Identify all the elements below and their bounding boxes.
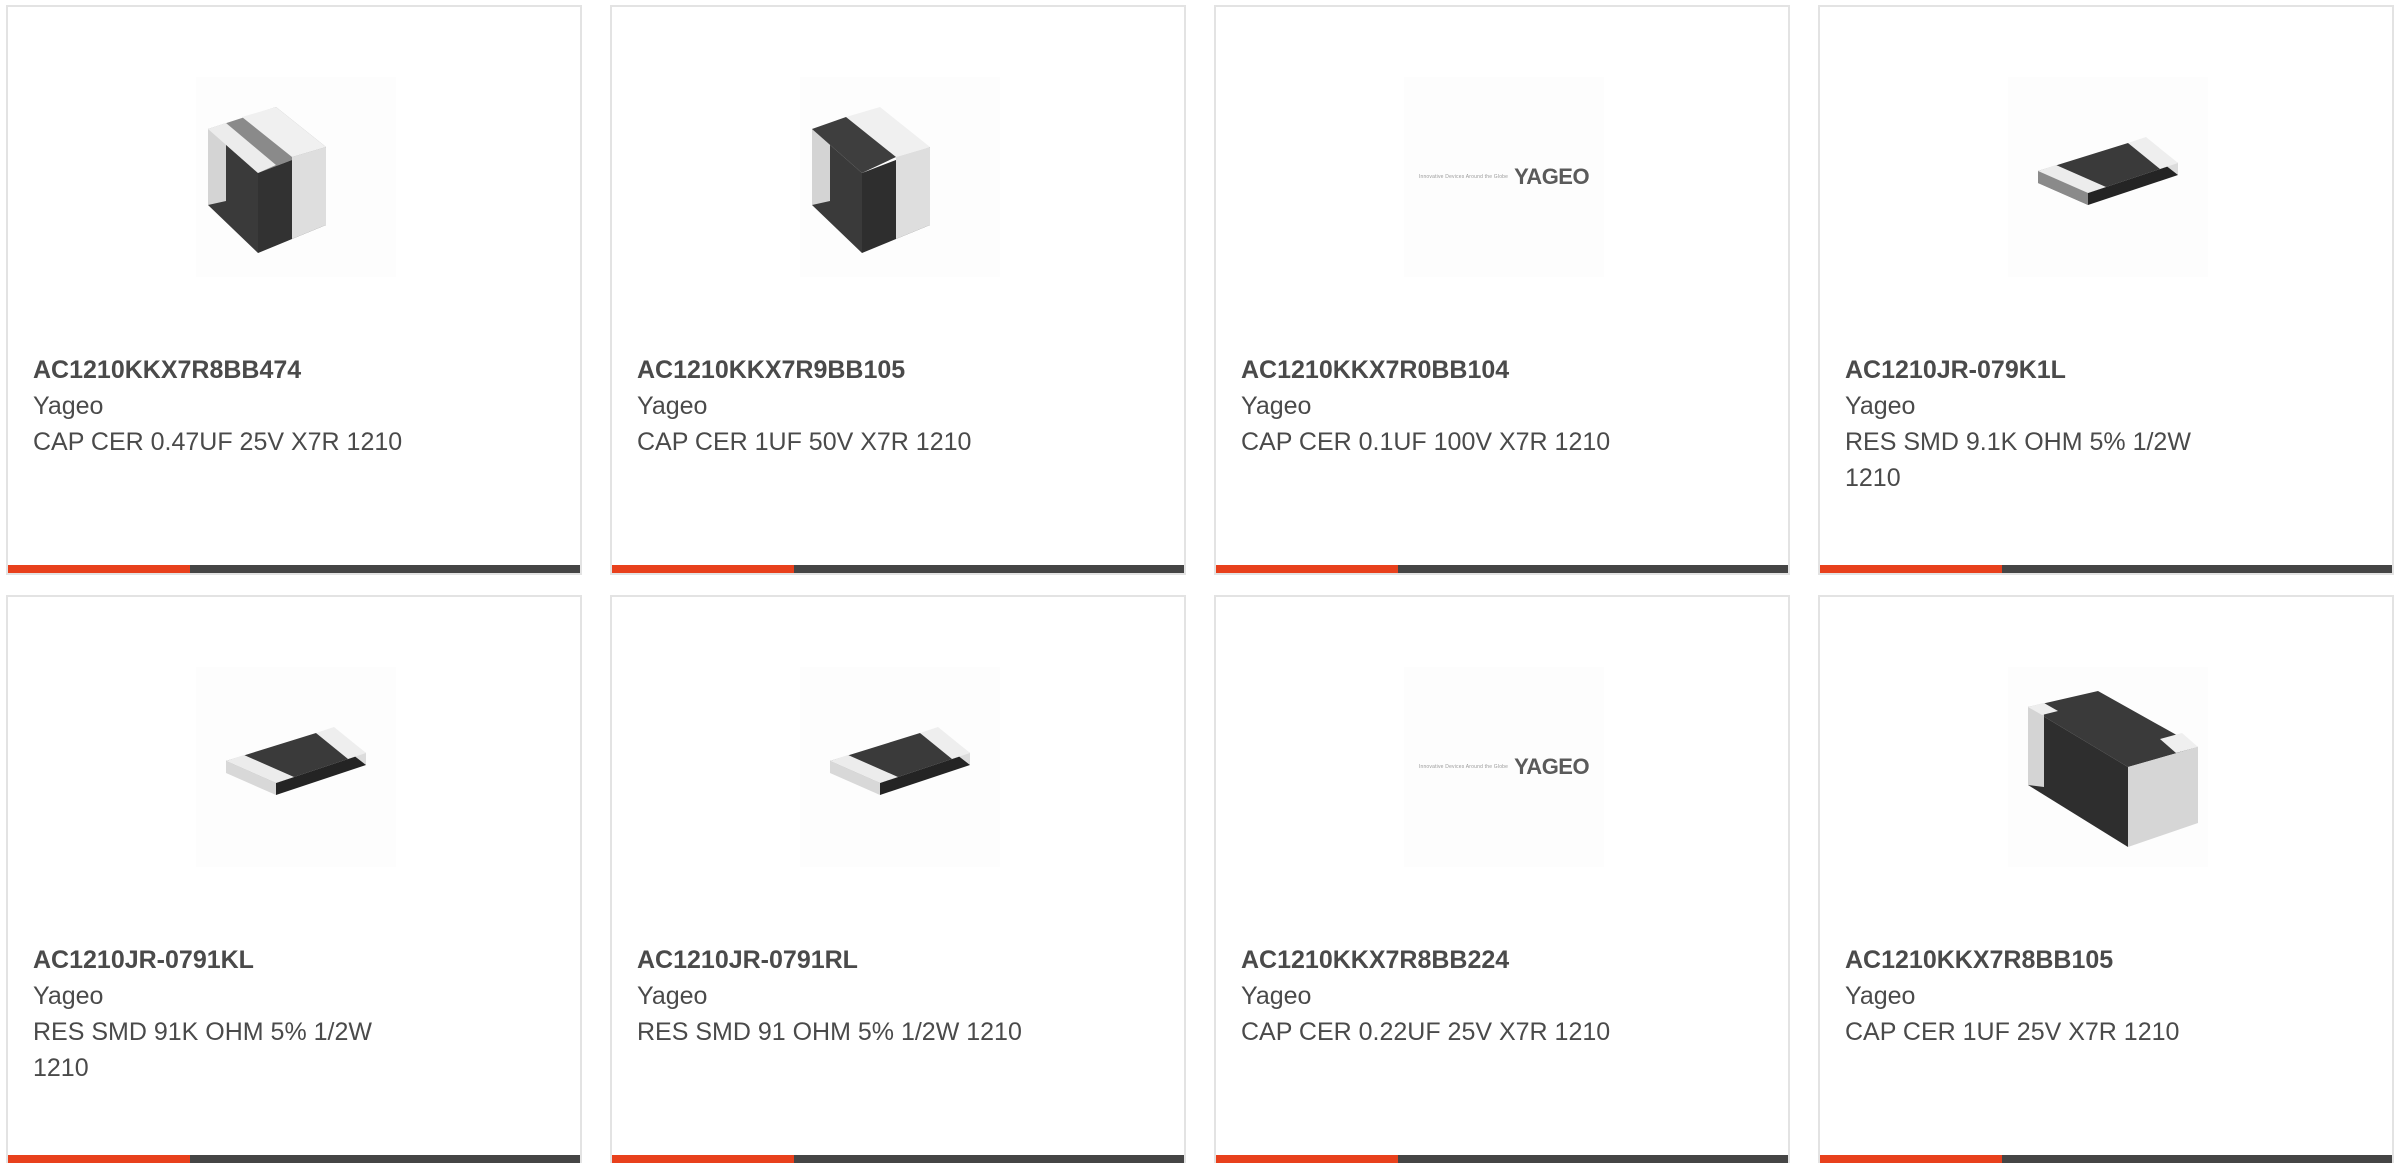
product-info: AC1210KKX7R8BB105 Yageo CAP CER 1UF 25V …: [1845, 942, 2305, 1050]
product-description: CAP CER 0.47UF 25V X7R 1210: [33, 428, 403, 456]
product-card[interactable]: AC1210KKX7R8BB105 Yageo CAP CER 1UF 25V …: [1818, 595, 2394, 1163]
manufacturer: Yageo: [33, 982, 104, 1010]
logo-wordmark: YAGEO: [1514, 754, 1590, 779]
card-accent-bar: [8, 565, 190, 573]
yageo-logo-mark: Innovative Devices Around the Globe YAGE…: [1418, 754, 1590, 780]
product-card[interactable]: AC1210KKX7R9BB105 Yageo CAP CER 1UF 50V …: [610, 5, 1186, 575]
card-bottom-bar: [612, 565, 1184, 573]
product-card[interactable]: AC1210KKX7R8BB474 Yageo CAP CER 0.47UF 2…: [6, 5, 582, 575]
card-accent-bar: [612, 565, 794, 573]
part-number[interactable]: AC1210KKX7R9BB105: [637, 352, 1097, 388]
resistor-chip-image: [800, 667, 1000, 867]
product-info: AC1210JR-079K1L Yageo RES SMD 9.1K OHM 5…: [1845, 352, 2305, 496]
product-description: RES SMD 91 OHM 5% 1/2W 1210: [637, 1018, 1022, 1046]
product-grid: AC1210KKX7R8BB474 Yageo CAP CER 0.47UF 2…: [0, 0, 2400, 1163]
product-info: AC1210KKX7R8BB224 Yageo CAP CER 0.22UF 2…: [1241, 942, 1701, 1050]
part-number[interactable]: AC1210KKX7R8BB474: [33, 352, 493, 388]
card-bottom-bar: [8, 1155, 580, 1163]
product-card[interactable]: Innovative Devices Around the Globe YAGE…: [1214, 5, 1790, 575]
resistor-chip-image: [2008, 77, 2208, 277]
product-description: CAP CER 1UF 50V X7R 1210: [637, 428, 972, 456]
manufacturer: Yageo: [637, 392, 708, 420]
product-description: RES SMD 91K OHM 5% 1/2W 1210: [33, 1018, 372, 1082]
manufacturer: Yageo: [1845, 392, 1916, 420]
manufacturer: Yageo: [1845, 982, 1916, 1010]
product-info: AC1210JR-0791RL Yageo RES SMD 91 OHM 5% …: [637, 942, 1097, 1050]
yageo-logo-mark: Innovative Devices Around the Globe YAGE…: [1418, 164, 1590, 190]
yageo-logo: Innovative Devices Around the Globe YAGE…: [1404, 667, 1604, 867]
manufacturer: Yageo: [637, 982, 708, 1010]
card-bottom-bar: [1820, 1155, 2392, 1163]
product-description: CAP CER 0.1UF 100V X7R 1210: [1241, 428, 1611, 456]
product-description: CAP CER 1UF 25V X7R 1210: [1845, 1018, 2180, 1046]
card-accent-bar: [612, 1155, 794, 1163]
manufacturer: Yageo: [1241, 982, 1312, 1010]
manufacturer: Yageo: [1241, 392, 1312, 420]
part-number[interactable]: AC1210KKX7R8BB224: [1241, 942, 1701, 978]
logo-tagline: Innovative Devices Around the Globe: [1418, 764, 1509, 770]
part-number[interactable]: AC1210JR-0791RL: [637, 942, 1097, 978]
card-bottom-bar: [612, 1155, 1184, 1163]
card-accent-bar: [1820, 1155, 2002, 1163]
product-description: RES SMD 9.1K OHM 5% 1/2W 1210: [1845, 428, 2191, 492]
resistor-chip-image: [196, 667, 396, 867]
card-accent-bar: [1216, 565, 1398, 573]
product-card[interactable]: AC1210JR-0791KL Yageo RES SMD 91K OHM 5%…: [6, 595, 582, 1163]
part-number[interactable]: AC1210JR-079K1L: [1845, 352, 2305, 388]
product-card[interactable]: AC1210JR-079K1L Yageo RES SMD 9.1K OHM 5…: [1818, 5, 2394, 575]
product-info: AC1210KKX7R8BB474 Yageo CAP CER 0.47UF 2…: [33, 352, 493, 460]
part-number[interactable]: AC1210JR-0791KL: [33, 942, 493, 978]
card-bottom-bar: [1216, 1155, 1788, 1163]
card-accent-bar: [1216, 1155, 1398, 1163]
capacitor-chip-image: [196, 77, 396, 277]
card-accent-bar: [8, 1155, 190, 1163]
card-bottom-bar: [8, 565, 580, 573]
capacitor-chip-image: [800, 77, 1000, 277]
card-bottom-bar: [1216, 565, 1788, 573]
yageo-logo: Innovative Devices Around the Globe YAGE…: [1404, 77, 1604, 277]
product-card[interactable]: AC1210JR-0791RL Yageo RES SMD 91 OHM 5% …: [610, 595, 1186, 1163]
part-number[interactable]: AC1210KKX7R0BB104: [1241, 352, 1701, 388]
part-number[interactable]: AC1210KKX7R8BB105: [1845, 942, 2305, 978]
card-bottom-bar: [1820, 565, 2392, 573]
product-info: AC1210JR-0791KL Yageo RES SMD 91K OHM 5%…: [33, 942, 493, 1086]
card-accent-bar: [1820, 565, 2002, 573]
manufacturer: Yageo: [33, 392, 104, 420]
product-info: AC1210KKX7R0BB104 Yageo CAP CER 0.1UF 10…: [1241, 352, 1701, 460]
product-info: AC1210KKX7R9BB105 Yageo CAP CER 1UF 50V …: [637, 352, 1097, 460]
capacitor-chip-image: [2008, 667, 2208, 867]
logo-tagline: Innovative Devices Around the Globe: [1418, 174, 1509, 180]
product-card[interactable]: Innovative Devices Around the Globe YAGE…: [1214, 595, 1790, 1163]
logo-wordmark: YAGEO: [1514, 164, 1590, 189]
product-description: CAP CER 0.22UF 25V X7R 1210: [1241, 1018, 1611, 1046]
